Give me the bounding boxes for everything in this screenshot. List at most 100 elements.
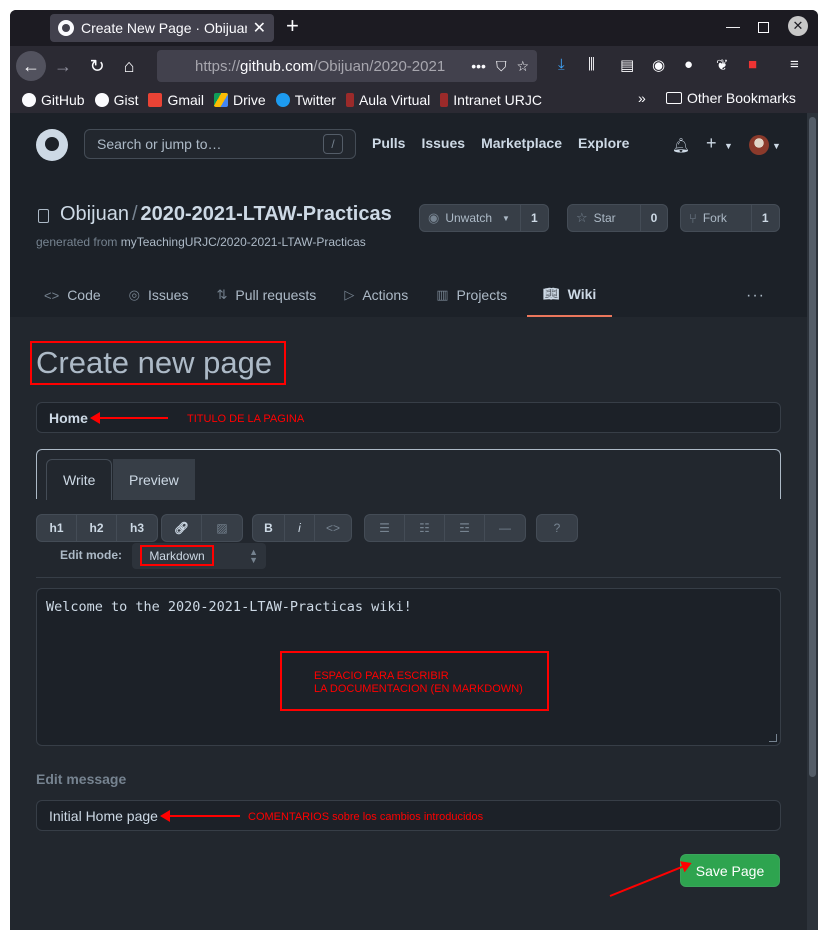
image-icon[interactable]: ▨ [202,515,242,541]
tab-bar: Create New Page · Obijuan/2020-2021-LTAW… [10,10,818,46]
insert-toolbar-group: 🔗︎ ▨ [161,514,243,542]
bookmark-star-icon[interactable]: ☆ [516,58,529,75]
nav-pulls[interactable]: Pulls [372,135,405,151]
more-tabs-icon[interactable]: ··· [746,287,765,305]
bookmark-intranet-urjc[interactable]: Intranet URJC [440,92,542,108]
nav-explore[interactable]: Explore [578,135,629,151]
close-window-icon[interactable]: ✕ [788,16,808,36]
help-icon[interactable]: ? [537,515,577,541]
project-icon: ▥ [436,287,449,302]
twitter-icon [275,92,290,107]
divider [36,577,781,578]
repo-separator: / [131,203,138,225]
stars-count[interactable]: 0 [639,205,668,231]
tab-actions[interactable]: ▷ Actions [336,273,416,317]
chevron-down-icon[interactable]: ▼ [724,141,733,151]
browser-tab[interactable]: Create New Page · Obijuan/2020-2021-LTAW… [50,14,274,42]
gnome-extension-icon[interactable]: ❦ [716,56,729,74]
maximize-icon[interactable] [758,22,769,33]
watchers-count[interactable]: 1 [519,205,548,231]
library-icon[interactable]: ⫼ [588,56,595,73]
unwatch-button[interactable]: ◉ Unwatch ▼ 1 [419,204,549,232]
book-icon: 📖︎ [543,286,560,301]
bookmark-twitter[interactable]: Twitter [275,92,336,108]
content-text: Welcome to the 2020-2021-LTAW-Practicas … [46,599,412,615]
github-favicon-icon [58,20,74,36]
resize-handle-icon[interactable] [769,734,777,742]
extension-icon[interactable]: ■ [748,56,757,73]
repo-owner-link[interactable]: Obijuan [60,203,129,225]
unordered-list-icon[interactable]: ☰ [365,515,405,541]
tab-write[interactable]: Write [46,459,113,500]
drive-icon [214,92,229,107]
new-tab-button[interactable]: + [286,13,299,39]
bookmark-gist[interactable]: Gist [94,92,138,108]
blockquote-icon[interactable]: ☲ [445,515,485,541]
tab-title: Create New Page · Obijuan/2020-2021-LTAW… [81,20,247,36]
tab-preview[interactable]: Preview [113,459,195,500]
edit-mode-label: Edit mode: [60,548,122,562]
github-page: Search or jump to… / Pulls Issues Market… [10,113,807,930]
bookmarks-bar: GitHub Gist Gmail Drive Twitter Aula Vir… [10,86,818,113]
tab-code[interactable]: <> Code [36,273,109,317]
annotation-arrow [90,412,168,424]
star-button[interactable]: ☆ Star 0 [567,204,669,232]
tab-issues[interactable]: ◎ Issues [121,273,197,317]
url-bar[interactable]: https://github.com/Obijuan/2020-2021 •••… [157,50,537,82]
link-icon[interactable]: 🔗︎ [162,515,202,541]
search-input[interactable]: Search or jump to… / [84,129,356,159]
nav-marketplace[interactable]: Marketplace [481,135,562,151]
tab-pull-requests[interactable]: ⇅ Pull requests [208,273,324,317]
code-icon[interactable]: <> [315,515,351,541]
forward-button[interactable]: → [48,51,78,81]
avatar-chevron-down-icon[interactable]: ▼ [772,141,781,151]
page-title: Create new page [36,345,273,380]
scrollbar[interactable] [807,113,818,930]
minimize-icon[interactable]: — [726,18,740,34]
notifications-bell-icon[interactable]: 🔔︎ [672,137,690,154]
horizontal-rule-icon[interactable]: — [485,515,525,541]
create-new-plus-icon[interactable]: + [706,133,717,154]
more-bookmarks-icon[interactable]: » [638,90,646,106]
menu-icon[interactable]: ≡ [790,56,799,73]
forks-count[interactable]: 1 [750,205,779,231]
template-repo-link[interactable]: myTeachingURJC/2020-2021-LTAW-Practicas [121,235,366,249]
bold-button[interactable]: B [253,515,285,541]
bookmark-gmail[interactable]: Gmail [148,92,204,108]
bookmark-drive[interactable]: Drive [214,92,266,108]
h3-button[interactable]: h3 [117,515,157,541]
h2-button[interactable]: h2 [77,515,117,541]
pocket-icon[interactable]: ⛉ [496,58,507,75]
edit-mode-select[interactable]: Markdown ▲ ▼ [132,543,266,569]
code-icon: <> [44,287,60,303]
github-icon [22,92,36,107]
back-button[interactable]: ← [16,51,46,81]
search-placeholder: Search or jump to… [97,136,222,152]
github-logo-icon[interactable] [36,129,68,161]
save-page-button[interactable]: Save Page [680,854,780,887]
tab-projects[interactable]: ▥ Projects [428,273,515,317]
edit-message-annotation: COMENTARIOS sobre los cambios introducid… [248,811,484,823]
github-extension-icon[interactable]: ● [684,56,693,73]
reload-button[interactable]: ↻ [82,51,112,81]
scrollbar-thumb[interactable] [809,117,816,777]
h1-button[interactable]: h1 [37,515,77,541]
tab-wiki[interactable]: 📖︎ Wiki [527,273,613,317]
close-tab-icon[interactable]: ✕ [253,18,266,38]
page-actions-icon[interactable]: ••• [471,58,486,74]
bookmark-github[interactable]: GitHub [22,92,85,108]
heading-toolbar-group: h1 h2 h3 [36,514,158,542]
sidebar-icon[interactable]: ▤ [620,56,634,74]
ordered-list-icon[interactable]: ☷ [405,515,445,541]
home-button[interactable]: ⌂ [114,51,144,81]
nav-issues[interactable]: Issues [421,135,465,151]
title-annotation: TITULO DE LA PAGINA [187,413,305,425]
downloads-icon[interactable]: ⤓ [558,56,565,73]
fork-button[interactable]: ⑂ Fork 1 [680,204,780,232]
repo-name-link[interactable]: 2020-2021-LTAW-Practicas [141,203,392,225]
bookmark-aula-virtual[interactable]: Aula Virtual [345,92,430,108]
italic-button[interactable]: i [285,515,315,541]
avatar[interactable] [749,135,769,155]
account-icon[interactable]: ◉ [652,56,665,74]
other-bookmarks-folder[interactable]: Other Bookmarks [666,90,796,106]
